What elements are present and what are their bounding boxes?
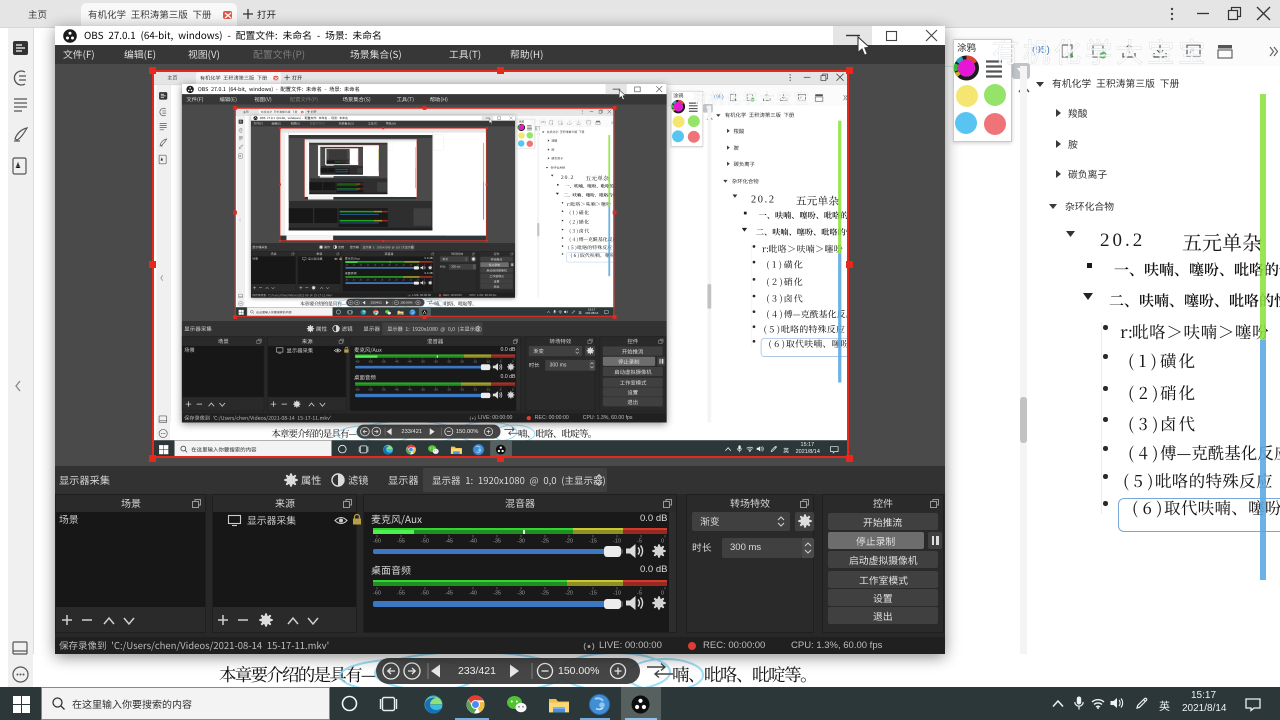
svg-text:-10: -10 bbox=[613, 590, 621, 596]
svg-text:-60: -60 bbox=[373, 538, 381, 544]
svg-text:-55: -55 bbox=[397, 538, 405, 544]
svg-text:-25: -25 bbox=[541, 538, 549, 544]
svg-text:-15: -15 bbox=[589, 590, 597, 596]
svg-text:-15: -15 bbox=[589, 538, 597, 544]
svg-text:-30: -30 bbox=[517, 538, 525, 544]
svg-text:-55: -55 bbox=[397, 590, 405, 596]
svg-text:-35: -35 bbox=[493, 538, 501, 544]
svg-text:-45: -45 bbox=[445, 590, 453, 596]
svg-text:-20: -20 bbox=[565, 590, 573, 596]
svg-text:-60: -60 bbox=[373, 590, 381, 596]
svg-text:-25: -25 bbox=[541, 590, 549, 596]
svg-text:-40: -40 bbox=[469, 590, 477, 596]
svg-text:-50: -50 bbox=[421, 590, 429, 596]
svg-text:-35: -35 bbox=[493, 590, 501, 596]
svg-text:-20: -20 bbox=[565, 538, 573, 544]
svg-text:-30: -30 bbox=[517, 590, 525, 596]
svg-text:-40: -40 bbox=[469, 538, 477, 544]
svg-text:-45: -45 bbox=[445, 538, 453, 544]
svg-text:-10: -10 bbox=[613, 538, 621, 544]
svg-text:-50: -50 bbox=[421, 538, 429, 544]
